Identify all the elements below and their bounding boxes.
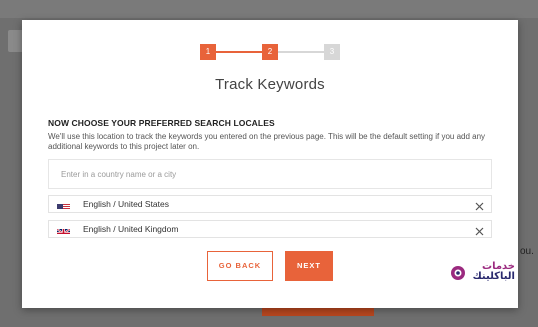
remove-locale-icon[interactable]	[474, 224, 485, 236]
step-connector-2	[278, 51, 324, 53]
go-back-button[interactable]: GO BACK	[207, 251, 273, 281]
locale-item-uk: English / United Kingdom	[48, 220, 492, 238]
track-keywords-modal: 1 2 3 Track Keywords NOW CHOOSE YOUR PRE…	[22, 20, 518, 308]
background-partial-text: ou.	[520, 246, 534, 257]
section-heading: NOW CHOOSE YOUR PREFERRED SEARCH LOCALES	[48, 118, 275, 128]
uk-flag-icon	[57, 225, 70, 234]
step-2[interactable]: 2	[262, 44, 278, 60]
watermark-text: خدمات الباكلينك	[469, 262, 515, 282]
us-flag-icon	[57, 200, 70, 209]
background-header	[0, 0, 538, 18]
section-description: We'll use this location to track the key…	[48, 132, 486, 151]
progress-stepper: 1 2 3	[200, 44, 340, 60]
watermark-logo: خدمات الباكلينك	[450, 262, 516, 286]
locale-item-us: English / United States	[48, 195, 492, 213]
locale-search-input[interactable]	[48, 159, 492, 189]
step-3: 3	[324, 44, 340, 60]
watermark-icon	[450, 264, 466, 282]
modal-title: Track Keywords	[215, 76, 325, 93]
watermark-line-2: الباكلينك	[472, 271, 515, 282]
next-button[interactable]: NEXT	[285, 251, 333, 281]
remove-locale-icon[interactable]	[474, 199, 485, 211]
locale-label: English / United Kingdom	[83, 224, 179, 234]
step-1[interactable]: 1	[200, 44, 216, 60]
step-connector-1	[216, 51, 262, 53]
locale-label: English / United States	[83, 199, 169, 209]
